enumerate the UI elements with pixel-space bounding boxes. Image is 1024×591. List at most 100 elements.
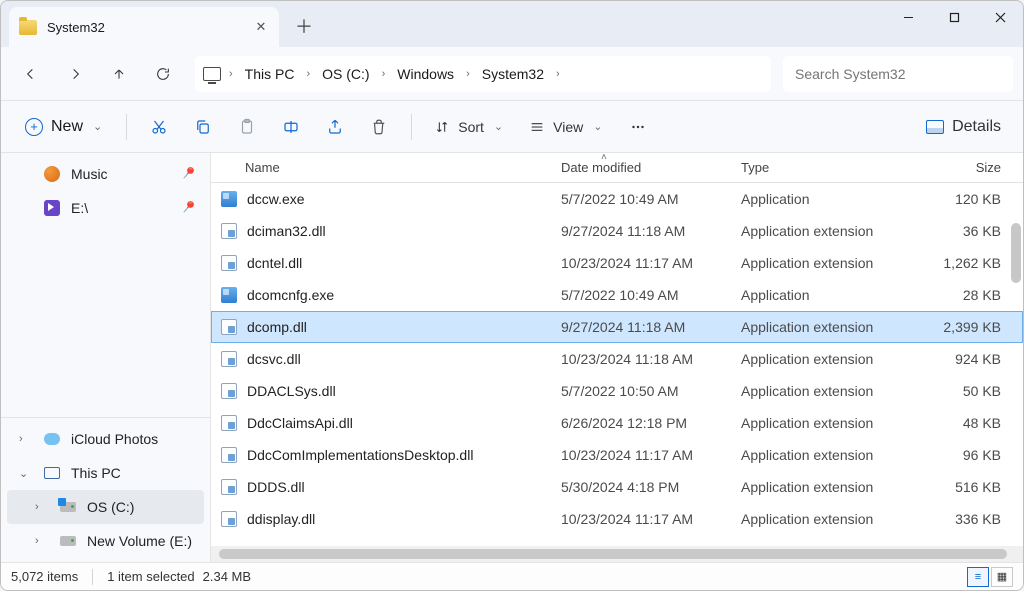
new-tab-button[interactable]: ＋ <box>287 9 321 43</box>
minimize-button[interactable] <box>885 1 931 33</box>
file-date: 10/23/2024 11:17 AM <box>551 511 731 527</box>
new-button[interactable]: + New ⌄ <box>15 110 114 144</box>
file-icon <box>221 447 237 463</box>
search-input[interactable] <box>795 66 1001 82</box>
file-size: 36 KB <box>891 223 1023 239</box>
forward-button[interactable] <box>55 56 95 92</box>
scrollbar-thumb[interactable] <box>219 549 1007 559</box>
file-icon <box>221 479 237 495</box>
details-view-button[interactable]: ≡ <box>967 567 989 587</box>
crumb-system32[interactable]: System32 <box>474 62 552 86</box>
drive-icon <box>60 536 76 546</box>
chevron-down-icon: ⌄ <box>492 120 505 133</box>
file-row[interactable]: DdcComImplementationsDesktop.dll 10/23/20… <box>211 439 1023 471</box>
file-row[interactable]: dcomp.dll9/27/2024 11:18 AMApplication e… <box>211 311 1023 343</box>
thumbnails-view-button[interactable]: ▦ <box>991 567 1013 587</box>
vertical-scrollbar[interactable] <box>1011 223 1021 283</box>
chevron-right-icon[interactable]: › <box>464 68 472 80</box>
file-name: DdcComImplementationsDesktop.dll <box>247 447 473 463</box>
chevron-down-icon[interactable]: ⌄ <box>19 467 28 480</box>
sidebar-item-music[interactable]: Music 📍 <box>7 157 204 191</box>
chevron-right-icon[interactable]: › <box>554 68 562 80</box>
col-size[interactable]: Size <box>891 160 1023 175</box>
sidebar-item-this-pc[interactable]: ⌄ This PC <box>7 456 204 490</box>
file-type: Application extension <box>731 223 891 239</box>
maximize-button[interactable] <box>931 1 977 33</box>
file-size: 336 KB <box>891 511 1023 527</box>
toolbar: + New ⌄ Sort ⌄ View ⌄ Details <box>1 101 1023 153</box>
rename-button[interactable] <box>271 109 311 145</box>
drive-icon <box>60 502 76 512</box>
copy-button[interactable] <box>183 109 223 145</box>
delete-button[interactable] <box>359 109 399 145</box>
chevron-right-icon[interactable]: › <box>380 68 388 80</box>
folder-icon <box>19 20 37 35</box>
refresh-button[interactable] <box>143 56 183 92</box>
chevron-right-icon[interactable]: › <box>35 535 39 547</box>
tab-title: System32 <box>47 20 105 35</box>
file-name: dciman32.dll <box>247 223 326 239</box>
file-date: 10/23/2024 11:17 AM <box>551 447 731 463</box>
file-date: 6/26/2024 12:18 PM <box>551 415 731 431</box>
file-type: Application <box>731 287 891 303</box>
chevron-down-icon: ⌄ <box>591 120 604 133</box>
file-row[interactable]: DdcClaimsApi.dll6/26/2024 12:18 PMApplic… <box>211 407 1023 439</box>
tab-close-button[interactable]: ✕ <box>253 19 269 35</box>
chevron-right-icon[interactable]: › <box>227 68 235 80</box>
cut-button[interactable] <box>139 109 179 145</box>
separator <box>411 114 412 140</box>
new-label: New <box>51 118 83 136</box>
file-icon <box>221 383 237 399</box>
file-row[interactable]: DDDS.dll5/30/2024 4:18 PMApplication ext… <box>211 471 1023 503</box>
file-row[interactable]: dcntel.dll10/23/2024 11:17 AMApplication… <box>211 247 1023 279</box>
chevron-right-icon[interactable]: › <box>35 501 39 513</box>
file-size: 924 KB <box>891 351 1023 367</box>
file-type: Application extension <box>731 351 891 367</box>
file-icon <box>221 223 237 239</box>
file-type: Application extension <box>731 479 891 495</box>
file-date: 5/30/2024 4:18 PM <box>551 479 731 495</box>
file-row[interactable]: dccw.exe5/7/2022 10:49 AMApplication120 … <box>211 183 1023 215</box>
cloud-icon <box>44 433 60 445</box>
crumb-this-pc[interactable]: This PC <box>237 62 303 86</box>
crumb-os-c[interactable]: OS (C:) <box>314 62 377 86</box>
file-row[interactable]: dcomcnfg.exe5/7/2022 10:49 AMApplication… <box>211 279 1023 311</box>
file-list[interactable]: dccw.exe5/7/2022 10:49 AMApplication120 … <box>211 183 1023 546</box>
more-button[interactable] <box>618 109 658 145</box>
details-pane-button[interactable]: Details <box>918 118 1009 136</box>
view-button[interactable]: View ⌄ <box>519 110 614 144</box>
file-row[interactable]: dcsvc.dll10/23/2024 11:18 AMApplication … <box>211 343 1023 375</box>
file-size: 120 KB <box>891 191 1023 207</box>
chevron-right-icon[interactable]: › <box>304 68 312 80</box>
share-button[interactable] <box>315 109 355 145</box>
file-row[interactable]: DDACLSys.dll5/7/2022 10:50 AMApplication… <box>211 375 1023 407</box>
back-button[interactable] <box>11 56 51 92</box>
up-button[interactable] <box>99 56 139 92</box>
col-name[interactable]: Name <box>211 160 551 175</box>
col-type[interactable]: Type <box>731 160 891 175</box>
paste-button[interactable] <box>227 109 267 145</box>
breadcrumb-bar[interactable]: › This PC › OS (C:) › Windows › System32… <box>195 56 771 92</box>
sidebar-item-os-c[interactable]: › OS (C:) <box>7 490 204 524</box>
file-type: Application extension <box>731 447 891 463</box>
sidebar-item-icloud[interactable]: › iCloud Photos <box>7 422 204 456</box>
pin-icon[interactable]: 📍 <box>177 163 200 186</box>
file-row[interactable]: dciman32.dll9/27/2024 11:18 AMApplicatio… <box>211 215 1023 247</box>
sidebar-item-new-volume[interactable]: › New Volume (E:) <box>7 524 204 558</box>
file-row[interactable]: ddisplay.dll10/23/2024 11:17 AMApplicati… <box>211 503 1023 535</box>
search-box[interactable] <box>783 56 1013 92</box>
sidebar-item-e-drive[interactable]: E:\ 📍 <box>7 191 204 225</box>
crumb-windows[interactable]: Windows <box>389 62 462 86</box>
file-icon <box>221 319 237 335</box>
chevron-right-icon[interactable]: › <box>19 433 23 445</box>
col-type-label: Type <box>741 160 769 175</box>
sort-button[interactable]: Sort ⌄ <box>424 110 515 144</box>
view-mode-toggle: ≡ ▦ <box>967 567 1013 587</box>
horizontal-scrollbar[interactable] <box>211 546 1023 562</box>
browser-tab[interactable]: System32 ✕ <box>9 7 279 47</box>
file-size: 2,399 KB <box>891 319 1023 335</box>
col-date[interactable]: Date modified <box>551 160 731 175</box>
pin-icon[interactable]: 📍 <box>177 197 200 220</box>
sidebar-item-label: Music <box>71 166 108 182</box>
close-button[interactable] <box>977 1 1023 33</box>
